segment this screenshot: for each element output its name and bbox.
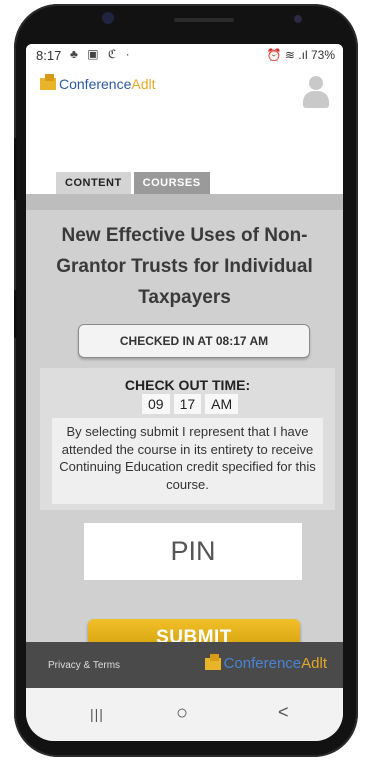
logo-icon [40,74,56,90]
phone-top-bezel [44,10,354,48]
app-logo[interactable]: Conference Adlt [40,74,156,92]
checkout-panel: CHECK OUT TIME: 09 17 AM By selecting su… [40,368,335,510]
back-icon[interactable]: < [278,702,289,723]
user-avatar-icon[interactable] [303,76,329,108]
checkout-minute[interactable]: 17 [173,394,202,414]
footer-logo-icon [204,653,221,670]
course-title: New Effective Uses of Non-Grantor Trusts… [56,225,313,308]
status-time: 8:17 [36,48,62,63]
main-content: New Effective Uses of Non-Grantor Trusts… [26,210,343,656]
disclaimer-text: By selecting submit I represent that I h… [52,418,323,504]
checked-in-button[interactable]: CHECKED IN AT 08:17 AM [78,324,310,358]
sensor-icon [294,15,302,23]
tab-underline-bar [26,194,343,210]
tab-courses[interactable]: COURSES [133,172,210,194]
front-camera-icon [102,12,114,24]
checkout-hour[interactable]: 09 [142,394,170,414]
footer: Privacy & Terms Conference Adlt [26,642,343,688]
footer-logo: Conference Adlt [204,653,327,672]
footer-logo-text-conference: Conference [223,655,302,672]
tab-content[interactable]: CONTENT [56,172,131,194]
checkout-time: 09 17 AM [142,394,239,414]
bixby-button [14,290,17,338]
pin-input[interactable] [84,523,302,580]
recents-icon[interactable]: ||| [90,706,104,722]
privacy-terms-link[interactable]: Privacy & Terms [48,660,120,671]
logo-text-conference: Conference [59,76,132,92]
tab-bar: CONTENT COURSES [56,172,210,194]
earpiece-speaker [174,18,234,22]
checkout-label: CHECK OUT TIME: [124,377,251,393]
notification-icons: ♣ ▣ ℭ · [70,47,133,61]
screen: 8:17 ♣ ▣ ℭ · ⏰ ≋ .ıl 73% Conference Adlt… [26,44,343,741]
checkout-ampm[interactable]: AM [205,394,239,414]
home-icon[interactable]: ○ [176,702,188,725]
footer-logo-text-adlt: Adlt [301,655,327,672]
status-bar: 8:17 ♣ ▣ ℭ · ⏰ ≋ .ıl 73% [26,44,343,66]
logo-text-adlt: Adlt [131,76,156,92]
status-right: ⏰ ≋ .ıl 73% [266,48,335,62]
volume-button [14,138,17,200]
app-header: Conference Adlt CONTENT COURSES [26,66,343,194]
android-nav-bar: ||| ○ < [26,688,343,741]
